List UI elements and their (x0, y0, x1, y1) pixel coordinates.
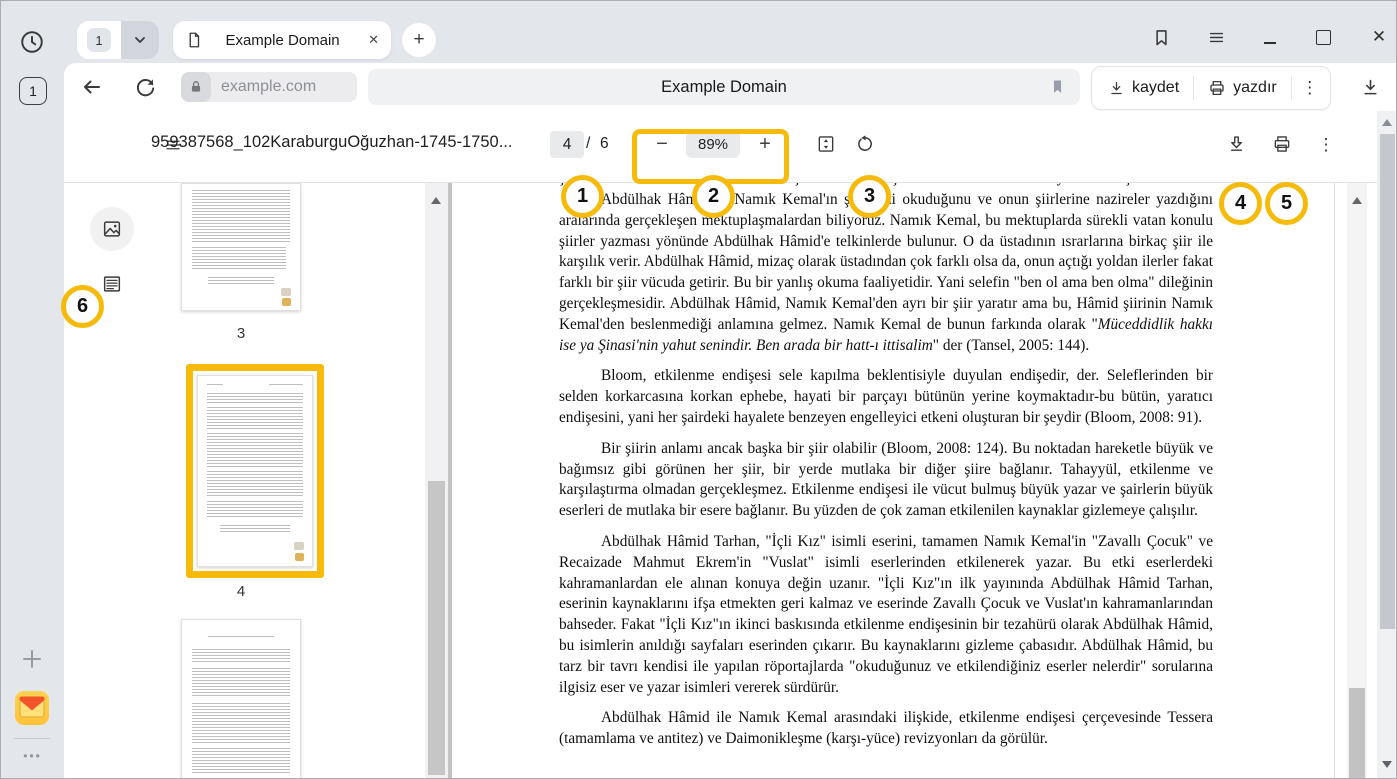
zoom-out-button[interactable]: − (649, 131, 675, 158)
thumbnails-panel-button[interactable] (90, 207, 134, 251)
outline-panel-button[interactable] (101, 273, 123, 295)
bookmarks-panel-icon[interactable] (1148, 24, 1174, 50)
workspace-label: 1 (87, 28, 111, 52)
zoom-level: 89% (686, 131, 740, 158)
close-button[interactable]: ✕ (1366, 24, 1392, 50)
maximize-icon (1316, 30, 1331, 45)
download-icon (1108, 80, 1125, 97)
browser-menu-icon[interactable] (1203, 24, 1229, 50)
navigation-toolbar: example.com Example Domain kaydet (64, 63, 1397, 111)
rail-more-menu[interactable]: ••• (1, 749, 64, 767)
url-text: example.com (211, 78, 316, 96)
address-bar[interactable]: example.com (181, 72, 357, 102)
page-divider: / (586, 135, 590, 153)
thumbnail-scrollbar-thumb[interactable] (428, 481, 445, 775)
mail-app-icon[interactable] (15, 691, 49, 725)
page-title: Example Domain (368, 78, 1080, 97)
workspace-button[interactable]: 1 (77, 21, 121, 59)
tab-close-icon[interactable]: ✕ (362, 32, 379, 48)
page-number-input[interactable]: 4 (550, 131, 584, 158)
zoom-in-button[interactable]: + (752, 131, 778, 158)
scroll-up-icon[interactable] (1382, 119, 1392, 126)
lock-icon[interactable] (181, 72, 211, 102)
paragraph-1: Abdülhak Hâmid'in, Namık Kemal'ın şiirle… (559, 190, 1213, 356)
tab-title: Example Domain (203, 32, 362, 49)
pdf-download-icon[interactable] (1221, 129, 1251, 159)
outline-list-icon (101, 273, 123, 295)
back-button[interactable] (78, 74, 104, 100)
chevron-down-icon (132, 32, 148, 48)
side-rail: 1 ••• (1, 1, 64, 779)
downloads-icon[interactable] (1357, 74, 1383, 100)
minimize-button[interactable] (1257, 24, 1283, 50)
pdf-actions-pill: kaydet yazdır ⋮ (1091, 66, 1331, 110)
divider (1291, 76, 1292, 100)
page-title-bar[interactable]: Example Domain (368, 69, 1080, 105)
paragraph-3: Bir şiirin anlamı ancak başka bir şiir o… (559, 439, 1213, 522)
divider (1193, 76, 1194, 100)
window-scrollbar[interactable] (1377, 111, 1397, 779)
thumbnail-page-4[interactable] (197, 375, 313, 567)
pdf-overflow-icon[interactable]: ⋮ (1314, 132, 1338, 158)
reload-button[interactable] (132, 74, 158, 100)
rotate-icon[interactable] (850, 129, 880, 159)
save-label: kaydet (1132, 79, 1179, 97)
browser-window: 1 ••• 1 Example Domain ✕ (0, 0, 1397, 779)
tab-example-domain[interactable]: Example Domain ✕ (173, 21, 391, 59)
print-label: yazdır (1233, 79, 1277, 97)
browser-content: example.com Example Domain kaydet (64, 63, 1397, 779)
thumbnail-page-3[interactable] (181, 183, 301, 311)
print-button[interactable]: yazdır (1200, 79, 1285, 97)
rail-tab-counter[interactable]: 1 (19, 77, 47, 105)
printer-icon (1208, 79, 1226, 97)
image-icon (101, 218, 123, 240)
rail-add-icon[interactable] (16, 643, 48, 675)
paragraph-5: Abdülhak Hâmid ile Namık Kemal arasındak… (559, 708, 1213, 750)
document-icon (185, 31, 203, 49)
thumbnail-scrollbar[interactable] (425, 183, 448, 779)
pdf-body: 3 4 (64, 183, 1397, 779)
pdf-toolbar: 959387568_102KaraburguOğuzhan-1745-1750.… (64, 111, 1377, 183)
fit-to-page-icon[interactable] (811, 129, 841, 159)
thumbnail-label-3: 3 (181, 325, 301, 342)
rail-divider (14, 738, 50, 739)
pdf-scrollbar-thumb[interactable] (1349, 688, 1365, 779)
bookmark-icon[interactable] (1049, 77, 1066, 96)
minimize-icon (1264, 42, 1276, 44)
window-scrollbar-thumb[interactable] (1380, 134, 1395, 629)
new-tab-button[interactable]: + (402, 23, 436, 57)
clipped-text-line: şiirleri üzerinde durmadan önce iki şair… (559, 183, 1213, 190)
tab-strip: 1 Example Domain ✕ + ✕ (64, 1, 1397, 63)
page-total: 6 (600, 135, 609, 153)
pdf-filename: 959387568_102KaraburguOğuzhan-1745-1750.… (151, 133, 512, 152)
panel-divider (448, 183, 452, 779)
maximize-button[interactable] (1310, 24, 1336, 50)
save-button[interactable]: kaydet (1100, 79, 1187, 97)
history-icon[interactable] (16, 26, 48, 58)
scroll-up-icon[interactable] (1352, 197, 1362, 204)
pdf-page-edge (1334, 183, 1335, 779)
paragraph-2: Bloom, etkilenme endişesi sele kapılma b… (559, 366, 1213, 428)
thumbnail-label-4: 4 (181, 583, 301, 600)
pdf-page-text: şiirleri üzerinde durmadan önce iki şair… (559, 183, 1213, 760)
pdf-print-icon[interactable] (1267, 129, 1297, 159)
pdf-scrollbar[interactable] (1347, 183, 1367, 779)
scroll-up-icon[interactable] (431, 197, 441, 204)
paragraph-4: Abdülhak Hâmid Tarhan, "İçli Kız" isimli… (559, 532, 1213, 698)
thumbnail-page-5[interactable] (181, 619, 301, 779)
workspace-chip: 1 (77, 21, 159, 59)
workspace-chevron-button[interactable] (121, 21, 159, 59)
actions-overflow-icon[interactable]: ⋮ (1298, 78, 1322, 98)
scroll-down-icon[interactable] (1382, 761, 1392, 768)
